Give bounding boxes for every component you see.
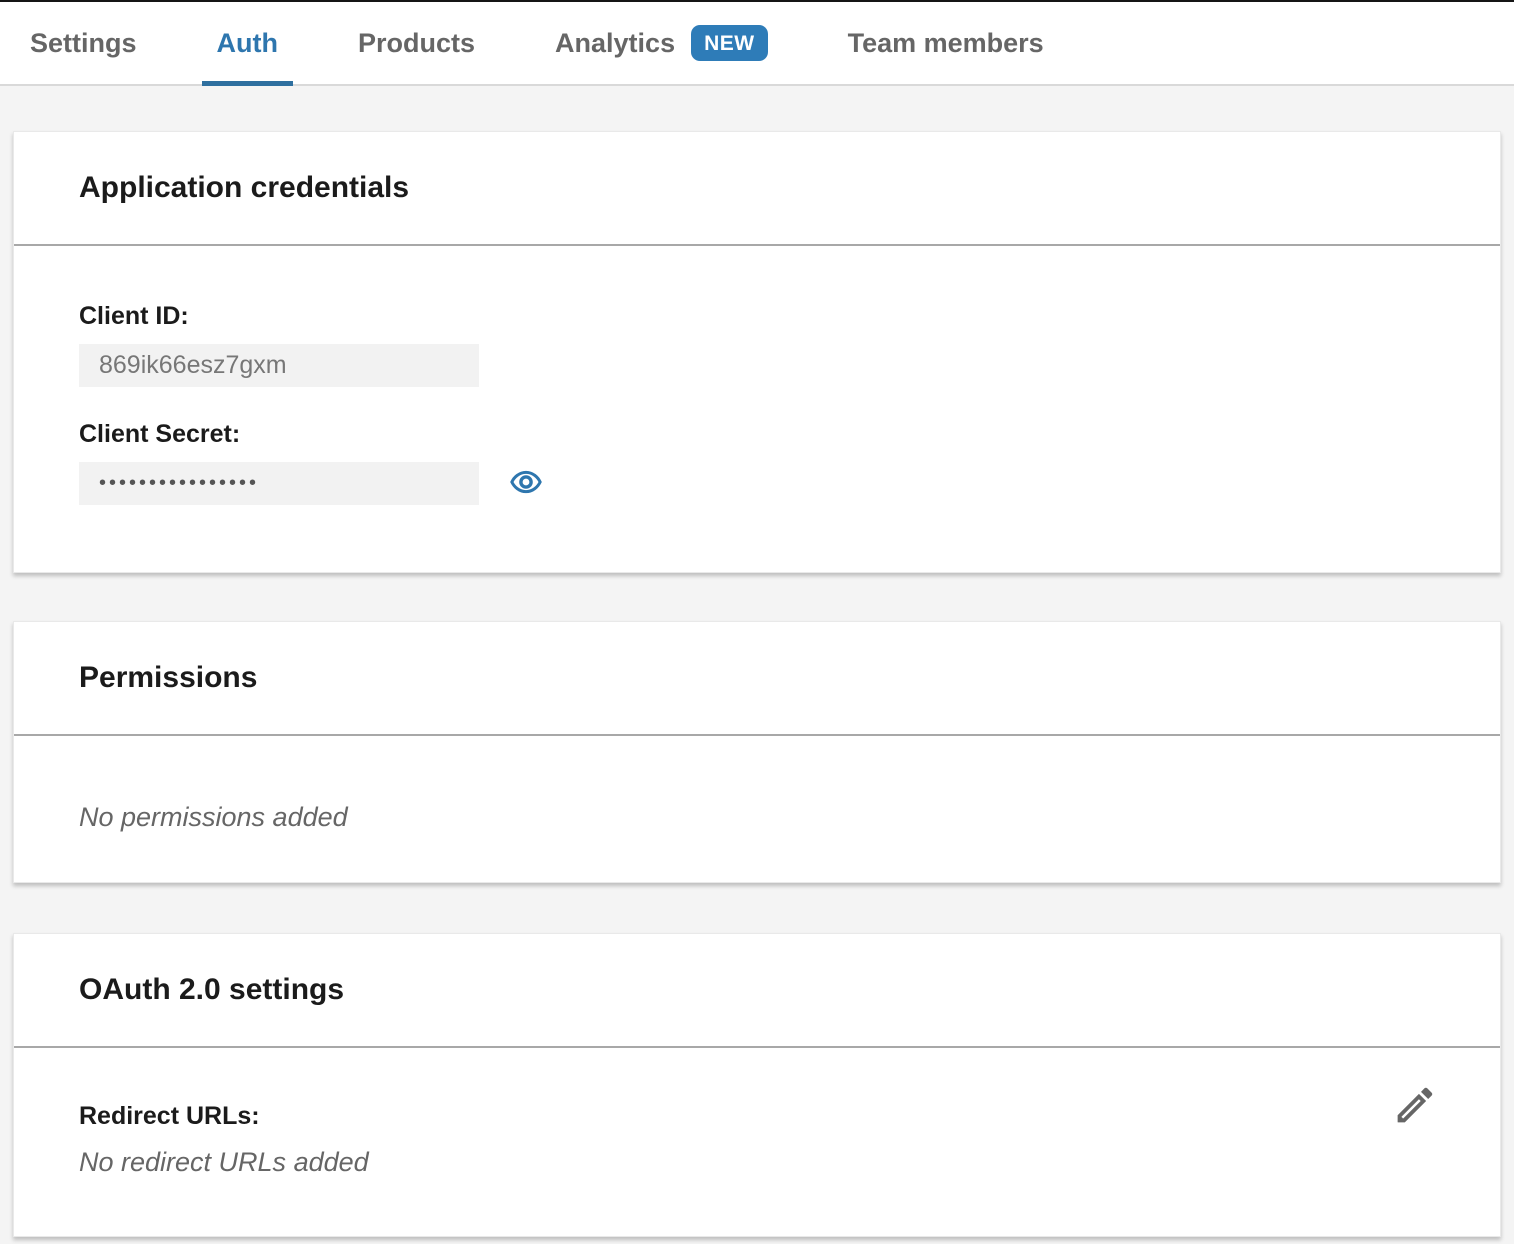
pencil-icon — [1392, 1116, 1438, 1131]
permissions-title: Permissions — [79, 661, 257, 695]
application-credentials-body: Client ID: Client Secret: — [14, 246, 1500, 505]
client-secret-row — [79, 462, 1435, 505]
tab-settings-label: Settings — [30, 28, 137, 59]
edit-redirect-urls-button[interactable] — [1392, 1082, 1438, 1131]
tab-analytics-label: Analytics — [555, 28, 675, 59]
client-id-label: Client ID: — [79, 302, 1435, 331]
client-secret-label: Client Secret: — [79, 420, 1435, 449]
tab-team-members-label: Team members — [848, 28, 1044, 59]
eye-icon — [509, 465, 543, 502]
client-secret-input[interactable] — [79, 462, 479, 505]
redirect-urls-label: Redirect URLs: — [79, 1102, 1435, 1131]
reveal-secret-button[interactable] — [509, 465, 543, 502]
tab-products[interactable]: Products — [358, 2, 475, 84]
oauth-settings-card: OAuth 2.0 settings Redirect URLs: No red… — [13, 933, 1501, 1237]
tab-products-label: Products — [358, 28, 475, 59]
oauth-settings-header: OAuth 2.0 settings — [14, 934, 1500, 1048]
tab-auth[interactable]: Auth — [217, 2, 278, 84]
application-credentials-card: Application credentials Client ID: Clien… — [13, 131, 1501, 573]
no-redirect-urls-text: No redirect URLs added — [79, 1147, 1435, 1178]
permissions-body: No permissions added — [14, 736, 1500, 833]
oauth-settings-body: Redirect URLs: No redirect URLs added — [14, 1048, 1500, 1178]
new-badge: NEW — [691, 25, 768, 61]
permissions-header: Permissions — [14, 622, 1500, 736]
oauth-settings-title: OAuth 2.0 settings — [79, 973, 344, 1007]
tab-auth-label: Auth — [217, 28, 278, 59]
application-credentials-header: Application credentials — [14, 132, 1500, 246]
tab-bar: Settings Auth Products Analytics NEW Tea… — [0, 2, 1514, 86]
tab-analytics[interactable]: Analytics NEW — [555, 2, 768, 84]
tab-team-members[interactable]: Team members — [848, 2, 1044, 84]
client-id-input[interactable] — [79, 344, 479, 387]
no-permissions-text: No permissions added — [79, 802, 1435, 833]
application-credentials-title: Application credentials — [79, 171, 409, 205]
tab-settings[interactable]: Settings — [30, 2, 137, 84]
permissions-card: Permissions No permissions added — [13, 621, 1501, 883]
